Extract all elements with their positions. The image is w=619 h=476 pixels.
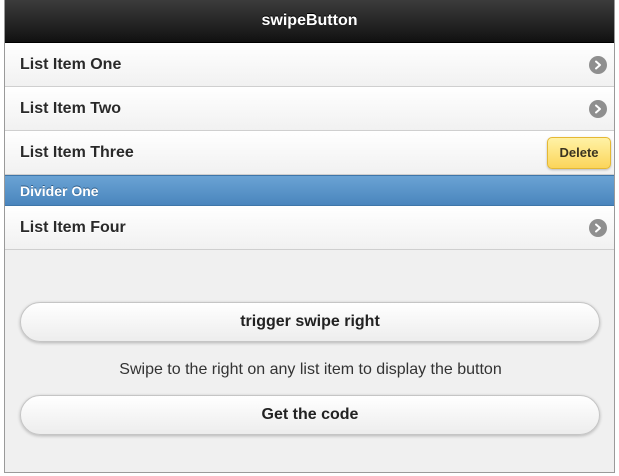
get-code-button[interactable]: Get the code: [20, 395, 600, 435]
list-item-label: List Item Four: [20, 218, 126, 236]
list-item-label: List Item One: [20, 55, 122, 73]
list-divider: Divider One: [5, 175, 614, 206]
list-item-three[interactable]: List Item Three Delete: [5, 131, 614, 175]
list-item-label: List Item Three: [20, 143, 134, 161]
chevron-right-icon: [589, 218, 607, 237]
list-item-label: List Item Two: [20, 99, 122, 117]
list-view: List Item One List Item Two List Item Th…: [5, 43, 614, 250]
list-item-four[interactable]: List Item Four: [5, 206, 614, 250]
page-header: swipeButton: [5, 0, 614, 43]
hint-text: Swipe to the right on any list item to d…: [119, 361, 502, 378]
chevron-right-icon: [589, 55, 607, 74]
page-title: swipeButton: [261, 12, 358, 29]
app-frame: swipeButton List Item One List Item Two …: [4, 0, 615, 473]
list-item-two[interactable]: List Item Two: [5, 87, 614, 131]
list-item-one[interactable]: List Item One: [5, 43, 614, 87]
delete-button[interactable]: Delete: [547, 136, 611, 169]
divider-label: Divider One: [20, 182, 99, 199]
chevron-right-icon: [589, 99, 607, 118]
trigger-swipe-button[interactable]: trigger swipe right: [20, 302, 600, 342]
